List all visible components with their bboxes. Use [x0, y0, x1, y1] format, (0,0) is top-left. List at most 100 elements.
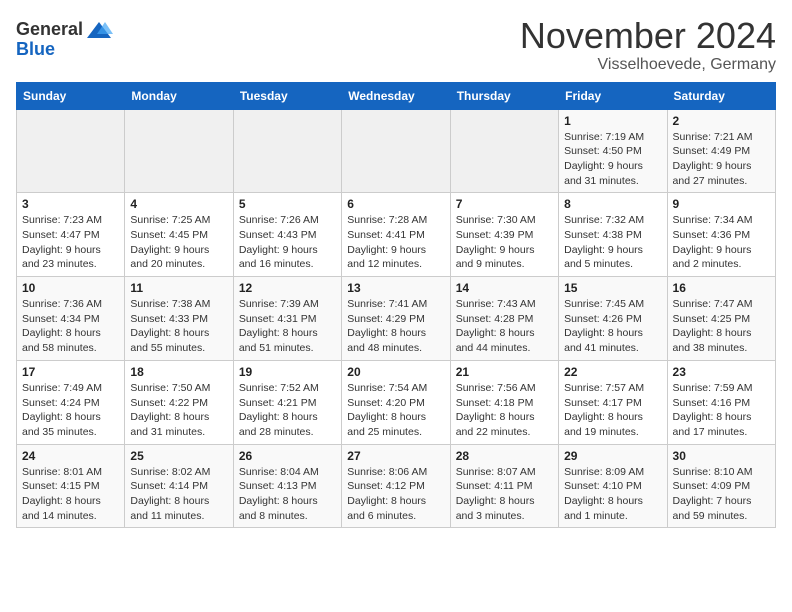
day-number: 27 [347, 449, 444, 463]
day-detail: Sunrise: 8:10 AM Sunset: 4:09 PM Dayligh… [673, 465, 770, 524]
day-number: 12 [239, 281, 336, 295]
calendar-cell: 15 Sunrise: 7:45 AM Sunset: 4:26 PM Dayli… [559, 277, 667, 361]
logo: General Blue [16, 16, 113, 60]
logo-icon [85, 20, 113, 40]
calendar-cell: 28 Sunrise: 8:07 AM Sunset: 4:11 PM Dayli… [450, 444, 558, 528]
day-detail: Sunrise: 7:34 AM Sunset: 4:36 PM Dayligh… [673, 213, 770, 272]
logo-blue-text: Blue [16, 39, 55, 59]
day-number: 24 [22, 449, 119, 463]
calendar-cell: 24 Sunrise: 8:01 AM Sunset: 4:15 PM Dayli… [17, 444, 125, 528]
day-detail: Sunrise: 7:56 AM Sunset: 4:18 PM Dayligh… [456, 381, 553, 440]
calendar-cell: 29Sunrise: 8:09 AM Sunset: 4:10 PM Dayli… [559, 444, 667, 528]
month-title: November 2024 [520, 16, 776, 56]
calendar-cell: 4 Sunrise: 7:25 AM Sunset: 4:45 PM Daylig… [125, 193, 233, 277]
day-number: 5 [239, 197, 336, 211]
day-number: 11 [130, 281, 227, 295]
day-detail: Sunrise: 7:32 AM Sunset: 4:38 PM Dayligh… [564, 213, 661, 272]
calendar-week-4: 17 Sunrise: 7:49 AM Sunset: 4:24 PM Dayli… [17, 360, 776, 444]
calendar-cell: 30 Sunrise: 8:10 AM Sunset: 4:09 PM Dayli… [667, 444, 775, 528]
calendar-week-2: 3 Sunrise: 7:23 AM Sunset: 4:47 PM Daylig… [17, 193, 776, 277]
calendar-cell [233, 109, 341, 193]
day-detail: Sunrise: 8:01 AM Sunset: 4:15 PM Dayligh… [22, 465, 119, 524]
day-detail: Sunrise: 7:23 AM Sunset: 4:47 PM Dayligh… [22, 213, 119, 272]
day-detail: Sunrise: 7:59 AM Sunset: 4:16 PM Dayligh… [673, 381, 770, 440]
calendar-cell: 2 Sunrise: 7:21 AM Sunset: 4:49 PM Daylig… [667, 109, 775, 193]
header-monday: Monday [125, 82, 233, 109]
day-detail: Sunrise: 7:38 AM Sunset: 4:33 PM Dayligh… [130, 297, 227, 356]
day-detail: Sunrise: 7:21 AM Sunset: 4:49 PM Dayligh… [673, 130, 770, 189]
day-number: 13 [347, 281, 444, 295]
day-number: 23 [673, 365, 770, 379]
header-sunday: Sunday [17, 82, 125, 109]
day-detail: Sunrise: 7:49 AM Sunset: 4:24 PM Dayligh… [22, 381, 119, 440]
calendar-cell: 18Sunrise: 7:50 AM Sunset: 4:22 PM Dayli… [125, 360, 233, 444]
calendar-cell: 6 Sunrise: 7:28 AM Sunset: 4:41 PM Daylig… [342, 193, 450, 277]
day-number: 22 [564, 365, 661, 379]
calendar-cell [17, 109, 125, 193]
day-detail: Sunrise: 7:25 AM Sunset: 4:45 PM Dayligh… [130, 213, 227, 272]
calendar-cell: 3 Sunrise: 7:23 AM Sunset: 4:47 PM Daylig… [17, 193, 125, 277]
calendar-cell: 13 Sunrise: 7:41 AM Sunset: 4:29 PM Dayli… [342, 277, 450, 361]
calendar-cell: 12 Sunrise: 7:39 AM Sunset: 4:31 PM Dayli… [233, 277, 341, 361]
calendar-cell: 25Sunrise: 8:02 AM Sunset: 4:14 PM Dayli… [125, 444, 233, 528]
calendar-cell [342, 109, 450, 193]
calendar-cell: 8Sunrise: 7:32 AM Sunset: 4:38 PM Daylig… [559, 193, 667, 277]
logo-general-text: General [16, 20, 83, 40]
day-detail: Sunrise: 7:45 AM Sunset: 4:26 PM Dayligh… [564, 297, 661, 356]
day-detail: Sunrise: 7:52 AM Sunset: 4:21 PM Dayligh… [239, 381, 336, 440]
day-number: 29 [564, 449, 661, 463]
day-number: 14 [456, 281, 553, 295]
day-detail: Sunrise: 7:41 AM Sunset: 4:29 PM Dayligh… [347, 297, 444, 356]
day-number: 28 [456, 449, 553, 463]
calendar-cell: 26Sunrise: 8:04 AM Sunset: 4:13 PM Dayli… [233, 444, 341, 528]
calendar-cell: 19 Sunrise: 7:52 AM Sunset: 4:21 PM Dayli… [233, 360, 341, 444]
day-detail: Sunrise: 7:19 AM Sunset: 4:50 PM Dayligh… [564, 130, 661, 189]
location-subtitle: Visselhoevede, Germany [520, 56, 776, 74]
calendar-cell [125, 109, 233, 193]
calendar-cell: 14Sunrise: 7:43 AM Sunset: 4:28 PM Dayli… [450, 277, 558, 361]
calendar-week-1: 1 Sunrise: 7:19 AM Sunset: 4:50 PM Daylig… [17, 109, 776, 193]
calendar-cell: 16Sunrise: 7:47 AM Sunset: 4:25 PM Dayli… [667, 277, 775, 361]
day-number: 18 [130, 365, 227, 379]
header-thursday: Thursday [450, 82, 558, 109]
day-number: 1 [564, 114, 661, 128]
day-number: 17 [22, 365, 119, 379]
day-number: 15 [564, 281, 661, 295]
day-detail: Sunrise: 7:57 AM Sunset: 4:17 PM Dayligh… [564, 381, 661, 440]
day-number: 10 [22, 281, 119, 295]
calendar-cell: 1 Sunrise: 7:19 AM Sunset: 4:50 PM Daylig… [559, 109, 667, 193]
day-number: 21 [456, 365, 553, 379]
day-detail: Sunrise: 8:04 AM Sunset: 4:13 PM Dayligh… [239, 465, 336, 524]
calendar-cell: 11 Sunrise: 7:38 AM Sunset: 4:33 PM Dayli… [125, 277, 233, 361]
calendar-cell: 20 Sunrise: 7:54 AM Sunset: 4:20 PM Dayli… [342, 360, 450, 444]
calendar-week-5: 24 Sunrise: 8:01 AM Sunset: 4:15 PM Dayli… [17, 444, 776, 528]
calendar-cell [450, 109, 558, 193]
day-number: 3 [22, 197, 119, 211]
header-friday: Friday [559, 82, 667, 109]
calendar-week-3: 10 Sunrise: 7:36 AM Sunset: 4:34 PM Dayli… [17, 277, 776, 361]
calendar-body: 1 Sunrise: 7:19 AM Sunset: 4:50 PM Daylig… [17, 109, 776, 528]
day-number: 19 [239, 365, 336, 379]
day-number: 16 [673, 281, 770, 295]
day-number: 7 [456, 197, 553, 211]
day-number: 2 [673, 114, 770, 128]
calendar-cell: 10 Sunrise: 7:36 AM Sunset: 4:34 PM Dayli… [17, 277, 125, 361]
title-block: November 2024 Visselhoevede, Germany [520, 16, 776, 74]
day-detail: Sunrise: 7:30 AM Sunset: 4:39 PM Dayligh… [456, 213, 553, 272]
day-number: 30 [673, 449, 770, 463]
day-detail: Sunrise: 7:39 AM Sunset: 4:31 PM Dayligh… [239, 297, 336, 356]
day-detail: Sunrise: 8:07 AM Sunset: 4:11 PM Dayligh… [456, 465, 553, 524]
calendar-header: Sunday Monday Tuesday Wednesday Thursday… [17, 82, 776, 109]
day-detail: Sunrise: 7:36 AM Sunset: 4:34 PM Dayligh… [22, 297, 119, 356]
day-number: 6 [347, 197, 444, 211]
day-detail: Sunrise: 7:28 AM Sunset: 4:41 PM Dayligh… [347, 213, 444, 272]
day-number: 25 [130, 449, 227, 463]
header-row: Sunday Monday Tuesday Wednesday Thursday… [17, 82, 776, 109]
day-detail: Sunrise: 7:54 AM Sunset: 4:20 PM Dayligh… [347, 381, 444, 440]
day-number: 20 [347, 365, 444, 379]
calendar-cell: 7 Sunrise: 7:30 AM Sunset: 4:39 PM Daylig… [450, 193, 558, 277]
header-tuesday: Tuesday [233, 82, 341, 109]
day-detail: Sunrise: 7:26 AM Sunset: 4:43 PM Dayligh… [239, 213, 336, 272]
header-saturday: Saturday [667, 82, 775, 109]
day-number: 4 [130, 197, 227, 211]
